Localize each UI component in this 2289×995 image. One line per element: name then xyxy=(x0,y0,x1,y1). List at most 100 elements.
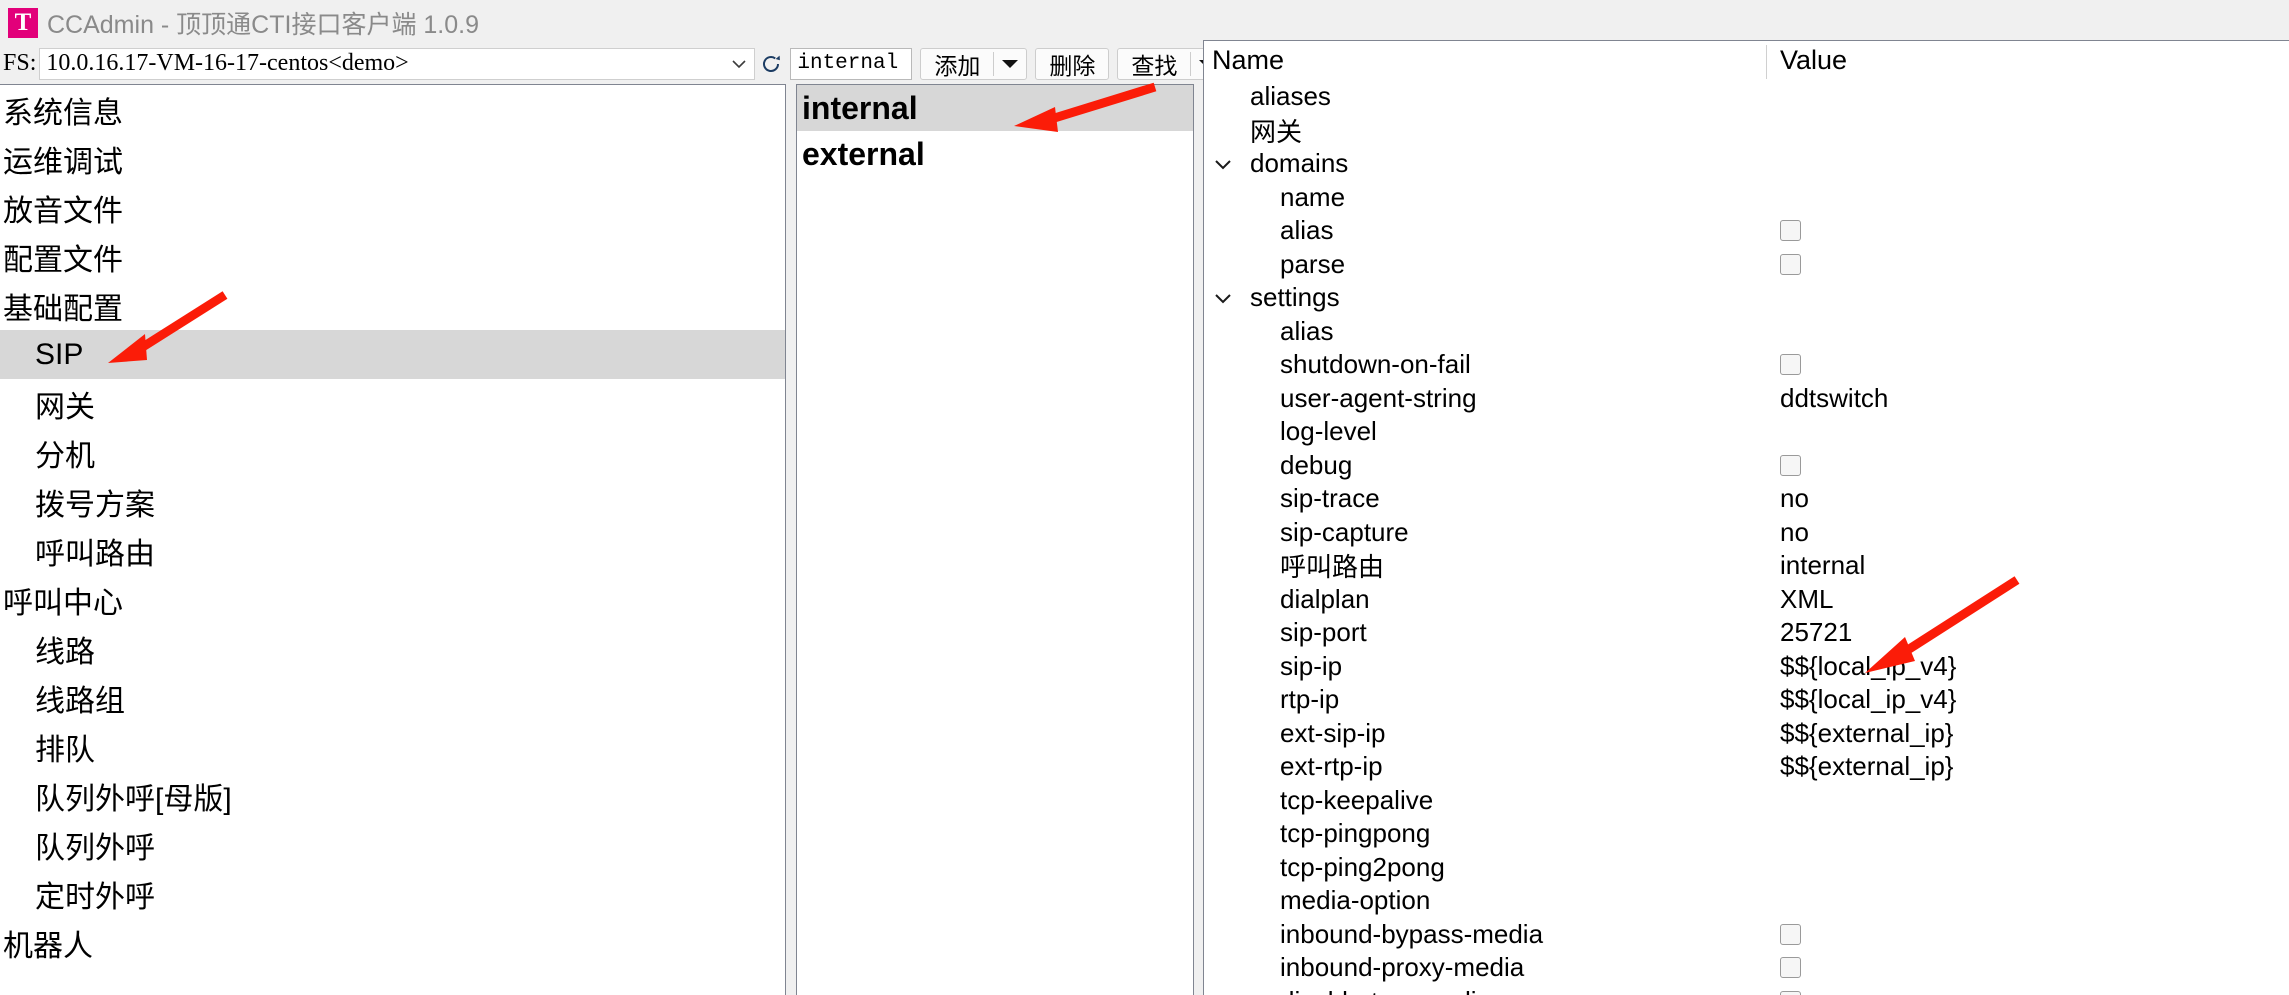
property-checkbox[interactable] xyxy=(1780,957,1801,979)
property-name-label: ext-sip-ip xyxy=(1280,717,1386,748)
profile-list-item-label: internal xyxy=(802,89,918,126)
sidebar-item[interactable]: 队列外呼 xyxy=(0,820,785,869)
property-row[interactable]: inbound-bypass-media xyxy=(1204,918,2289,952)
property-row[interactable]: inbound-proxy-media xyxy=(1204,951,2289,985)
property-value-cell[interactable] xyxy=(1766,923,1801,945)
property-row[interactable]: log-level xyxy=(1204,415,2289,449)
sidebar-item[interactable]: 呼叫路由 xyxy=(0,526,785,575)
sidebar-item[interactable]: 网关 xyxy=(0,379,785,428)
delete-button[interactable]: 删除 xyxy=(1035,47,1110,80)
sidebar-item[interactable]: 配置文件 xyxy=(0,232,785,281)
fs-server-combobox[interactable]: 10.0.16.17-VM-16-17-centos<demo> xyxy=(39,47,756,80)
property-checkbox[interactable] xyxy=(1780,354,1801,376)
property-value-cell[interactable]: no xyxy=(1766,517,1809,548)
property-checkbox[interactable] xyxy=(1780,454,1801,476)
property-row[interactable]: disable-transcoding xyxy=(1204,985,2289,995)
add-dropdown-button[interactable] xyxy=(994,49,1026,79)
chevron-down-icon[interactable] xyxy=(1214,292,1232,304)
property-value-text: XML xyxy=(1780,583,1834,614)
sidebar-item-label: 呼叫路由 xyxy=(35,537,155,571)
property-row[interactable]: debug xyxy=(1204,449,2289,483)
property-value-cell[interactable]: $${external_ip} xyxy=(1766,751,1953,782)
property-name-cell: sip-ip xyxy=(1204,651,1766,682)
property-value-cell[interactable] xyxy=(1766,354,1801,376)
property-value-text: 25721 xyxy=(1780,617,1853,648)
property-name-cell: sip-capture xyxy=(1204,517,1766,548)
sidebar-item[interactable]: SIP xyxy=(0,330,785,379)
sidebar-item[interactable]: 基础配置 xyxy=(0,281,785,330)
sidebar-item[interactable]: 机器人 xyxy=(0,918,785,967)
property-value-cell[interactable]: ddtswitch xyxy=(1766,383,1888,414)
property-row[interactable]: media-option xyxy=(1204,884,2289,918)
sidebar-item[interactable]: 运维调试 xyxy=(0,134,785,183)
sidebar-item[interactable]: 定时外呼 xyxy=(0,869,785,918)
property-name-cell: tcp-pingpong xyxy=(1204,818,1766,849)
property-value-cell[interactable]: internal xyxy=(1766,550,1865,581)
column-header-name[interactable]: Name xyxy=(1204,45,1766,76)
property-row[interactable]: sip-trace no xyxy=(1204,482,2289,516)
sidebar-item[interactable]: 线路 xyxy=(0,624,785,673)
sidebar-item[interactable]: 系统信息 xyxy=(0,85,785,134)
sidebar-item[interactable]: 排队 xyxy=(0,722,785,771)
profile-list-item[interactable]: external xyxy=(797,131,1193,177)
sidebar-item[interactable]: 线路组 xyxy=(0,673,785,722)
property-name-cell: ext-rtp-ip xyxy=(1204,751,1766,782)
property-row[interactable]: tcp-keepalive xyxy=(1204,784,2289,818)
property-name-cell: dialplan xyxy=(1204,584,1766,615)
sidebar-list: 系统信息 运维调试 放音文件 配置文件 基础配置 SIP 网关 分机 拨号方案 呼叫路由 呼叫中心线… xyxy=(0,85,785,967)
property-value-cell[interactable]: 25721 xyxy=(1766,617,1852,648)
property-row[interactable]: sip-capture no xyxy=(1204,516,2289,550)
add-button[interactable]: 添加 xyxy=(920,47,1028,80)
property-value-cell[interactable]: XML xyxy=(1766,584,1833,615)
property-name-cell: tcp-ping2pong xyxy=(1204,852,1766,883)
sidebar-item-label: 网关 xyxy=(35,390,95,424)
property-row[interactable]: shutdown-on-fail xyxy=(1204,348,2289,382)
property-value-cell[interactable] xyxy=(1766,220,1801,242)
property-row[interactable]: ext-rtp-ip $${external_ip} xyxy=(1204,750,2289,784)
property-value-cell[interactable] xyxy=(1766,454,1801,476)
property-row[interactable]: name xyxy=(1204,181,2289,215)
property-value-cell[interactable] xyxy=(1766,957,1801,979)
property-row[interactable]: aliases xyxy=(1204,80,2289,114)
property-name-cell: user-agent-string xyxy=(1204,383,1766,414)
property-checkbox[interactable] xyxy=(1780,923,1801,945)
property-row[interactable]: alias xyxy=(1204,315,2289,349)
property-row[interactable]: 网关 xyxy=(1204,114,2289,148)
sidebar-item[interactable]: 分机 xyxy=(0,428,785,477)
column-divider[interactable] xyxy=(1766,45,1767,79)
property-grid-panel: Name Value aliases 网关 domains name alias pars… xyxy=(1203,40,2289,995)
property-value-cell[interactable]: $${local_ip_v4} xyxy=(1766,684,1956,715)
column-header-value[interactable]: Value xyxy=(1766,45,1847,76)
property-value-cell[interactable]: $${external_ip} xyxy=(1766,718,1953,749)
property-row[interactable]: sip-ip $${local_ip_v4} xyxy=(1204,650,2289,684)
refresh-button[interactable] xyxy=(757,47,786,80)
property-value-cell[interactable]: $${local_ip_v4} xyxy=(1766,651,1956,682)
property-row[interactable]: dialplan XML xyxy=(1204,583,2289,617)
property-row[interactable]: 呼叫路由 internal xyxy=(1204,549,2289,583)
property-row[interactable]: tcp-pingpong xyxy=(1204,817,2289,851)
profile-list-item[interactable]: internal xyxy=(797,85,1193,131)
sidebar-item[interactable]: 拨号方案 xyxy=(0,477,785,526)
property-row[interactable]: alias xyxy=(1204,214,2289,248)
property-row[interactable]: domains xyxy=(1204,147,2289,181)
sidebar-item[interactable]: 放音文件 xyxy=(0,183,785,232)
property-value-cell[interactable]: no xyxy=(1766,483,1809,514)
property-row[interactable]: sip-port 25721 xyxy=(1204,616,2289,650)
property-checkbox[interactable] xyxy=(1780,990,1801,995)
property-checkbox[interactable] xyxy=(1780,220,1801,242)
property-row[interactable]: parse xyxy=(1204,248,2289,282)
property-row[interactable]: settings xyxy=(1204,281,2289,315)
property-checkbox[interactable] xyxy=(1780,253,1801,275)
property-row[interactable]: rtp-ip $${local_ip_v4} xyxy=(1204,683,2289,717)
property-value-cell[interactable] xyxy=(1766,990,1801,995)
sidebar-item[interactable]: 队列外呼[母版] xyxy=(0,771,785,820)
property-value-cell[interactable] xyxy=(1766,253,1801,275)
property-row[interactable]: tcp-ping2pong xyxy=(1204,851,2289,885)
property-row[interactable]: ext-sip-ip $${external_ip} xyxy=(1204,717,2289,751)
search-input[interactable]: internal xyxy=(790,47,913,80)
sidebar-item[interactable]: 呼叫中心 xyxy=(0,575,785,624)
chevron-down-icon[interactable] xyxy=(1214,158,1232,170)
property-row[interactable]: user-agent-string ddtswitch xyxy=(1204,382,2289,416)
property-name-label: user-agent-string xyxy=(1280,382,1477,413)
sidebar-item-label: 线路组 xyxy=(35,684,125,718)
